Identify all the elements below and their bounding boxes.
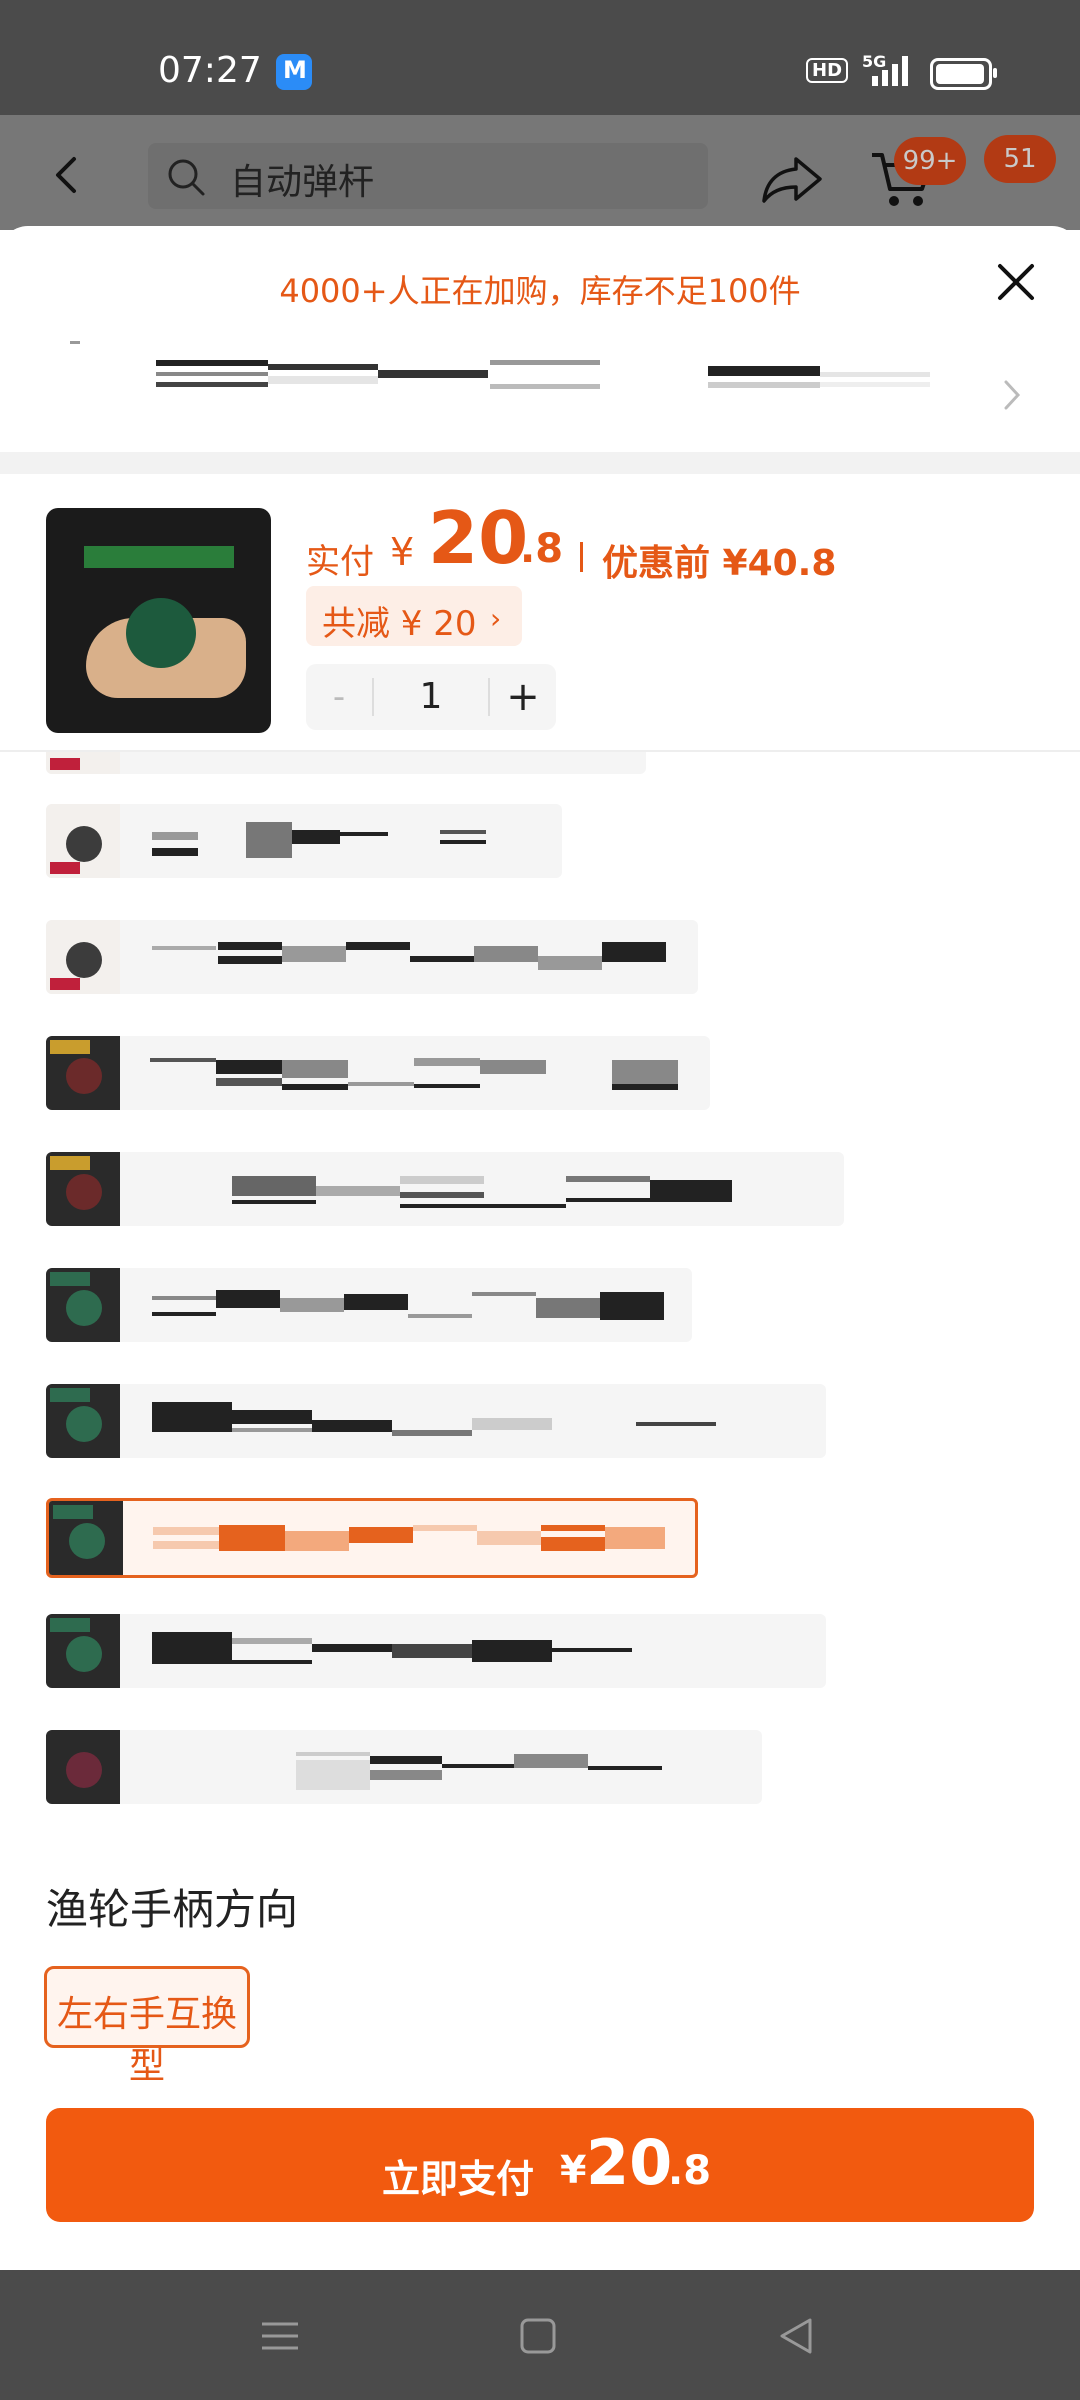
battery-icon [930,58,997,90]
price-label: 实付 [306,542,374,582]
variant-option[interactable] [46,804,562,878]
purchase-sheet: 4000+人正在加购，库存不足100件 实付 ¥ 20 .8 优惠前 ¥40.8… [0,226,1080,2270]
status-time: 07:27 [158,50,262,91]
pay-amount-decimal: .8 [668,2148,712,2194]
variant-option[interactable] [46,1730,762,1804]
status-bar: 07:27 HD 5G [0,0,1080,115]
decrease-button[interactable]: - [306,664,372,730]
variant-option[interactable] [46,920,698,994]
price-decimal: .8 [520,526,564,572]
variant-option[interactable] [46,1036,710,1110]
quantity-stepper: - 1 + [306,664,556,730]
chevron-right-icon: › [490,602,502,635]
discount-text: 共减 ¥ 20 [322,604,477,644]
signal-icon [872,56,908,86]
page-header: 自动弹杆 99+ 51 [0,115,1080,230]
search-input[interactable]: 自动弹杆 [148,143,708,209]
variant-option[interactable] [46,1268,692,1342]
handle-direction-title: 渔轮手柄方向 [46,1885,299,1934]
discount-chip[interactable]: 共减 ¥ 20 › [306,586,522,646]
back-arrow-icon[interactable] [48,155,88,195]
variant-option[interactable] [46,1152,844,1226]
pay-currency: ¥ [560,2148,587,2192]
price-before-discount: 优惠前 ¥40.8 [602,543,837,584]
price-integer: 20 [428,496,529,580]
chevron-right-icon [1004,380,1021,410]
pay-now-button[interactable]: 立即支付 ¥ 20 .8 [46,2108,1034,2222]
message-badge[interactable]: 51 [984,135,1056,183]
address-row[interactable] [0,336,1080,446]
address-redacted [156,360,930,389]
close-icon[interactable] [996,262,1036,302]
variant-option[interactable] [46,1384,826,1458]
variant-option[interactable] [46,752,646,774]
handle-option-selected[interactable]: 左右手互换型 [44,1966,250,2087]
price-divider [580,542,583,572]
handle-option-label: 左右手互换型 [56,1994,237,2087]
variant-option-selected[interactable] [46,1498,698,1578]
app-notification-icon [276,54,312,90]
variant-option[interactable] [46,1614,826,1688]
pay-label: 立即支付 [382,2157,535,2201]
search-placeholder: 自动弹杆 [230,162,375,203]
search-icon [168,159,205,196]
share-icon[interactable] [760,153,824,205]
home-icon[interactable] [516,2314,560,2358]
product-image[interactable] [46,508,271,733]
cart-badge: 99+ [894,137,966,185]
price-currency: ¥ [390,530,415,574]
nav-back-icon[interactable] [774,2314,818,2358]
system-nav-bar [0,2270,1080,2400]
increase-button[interactable]: + [490,664,556,730]
pay-amount-integer: 20 [586,2126,673,2199]
hd-indicator: HD [806,58,849,83]
quantity-value[interactable]: 1 [374,664,488,730]
section-divider [0,452,1080,474]
menu-icon[interactable] [258,2314,302,2358]
stock-notice: 4000+人正在加购，库存不足100件 [279,272,801,310]
